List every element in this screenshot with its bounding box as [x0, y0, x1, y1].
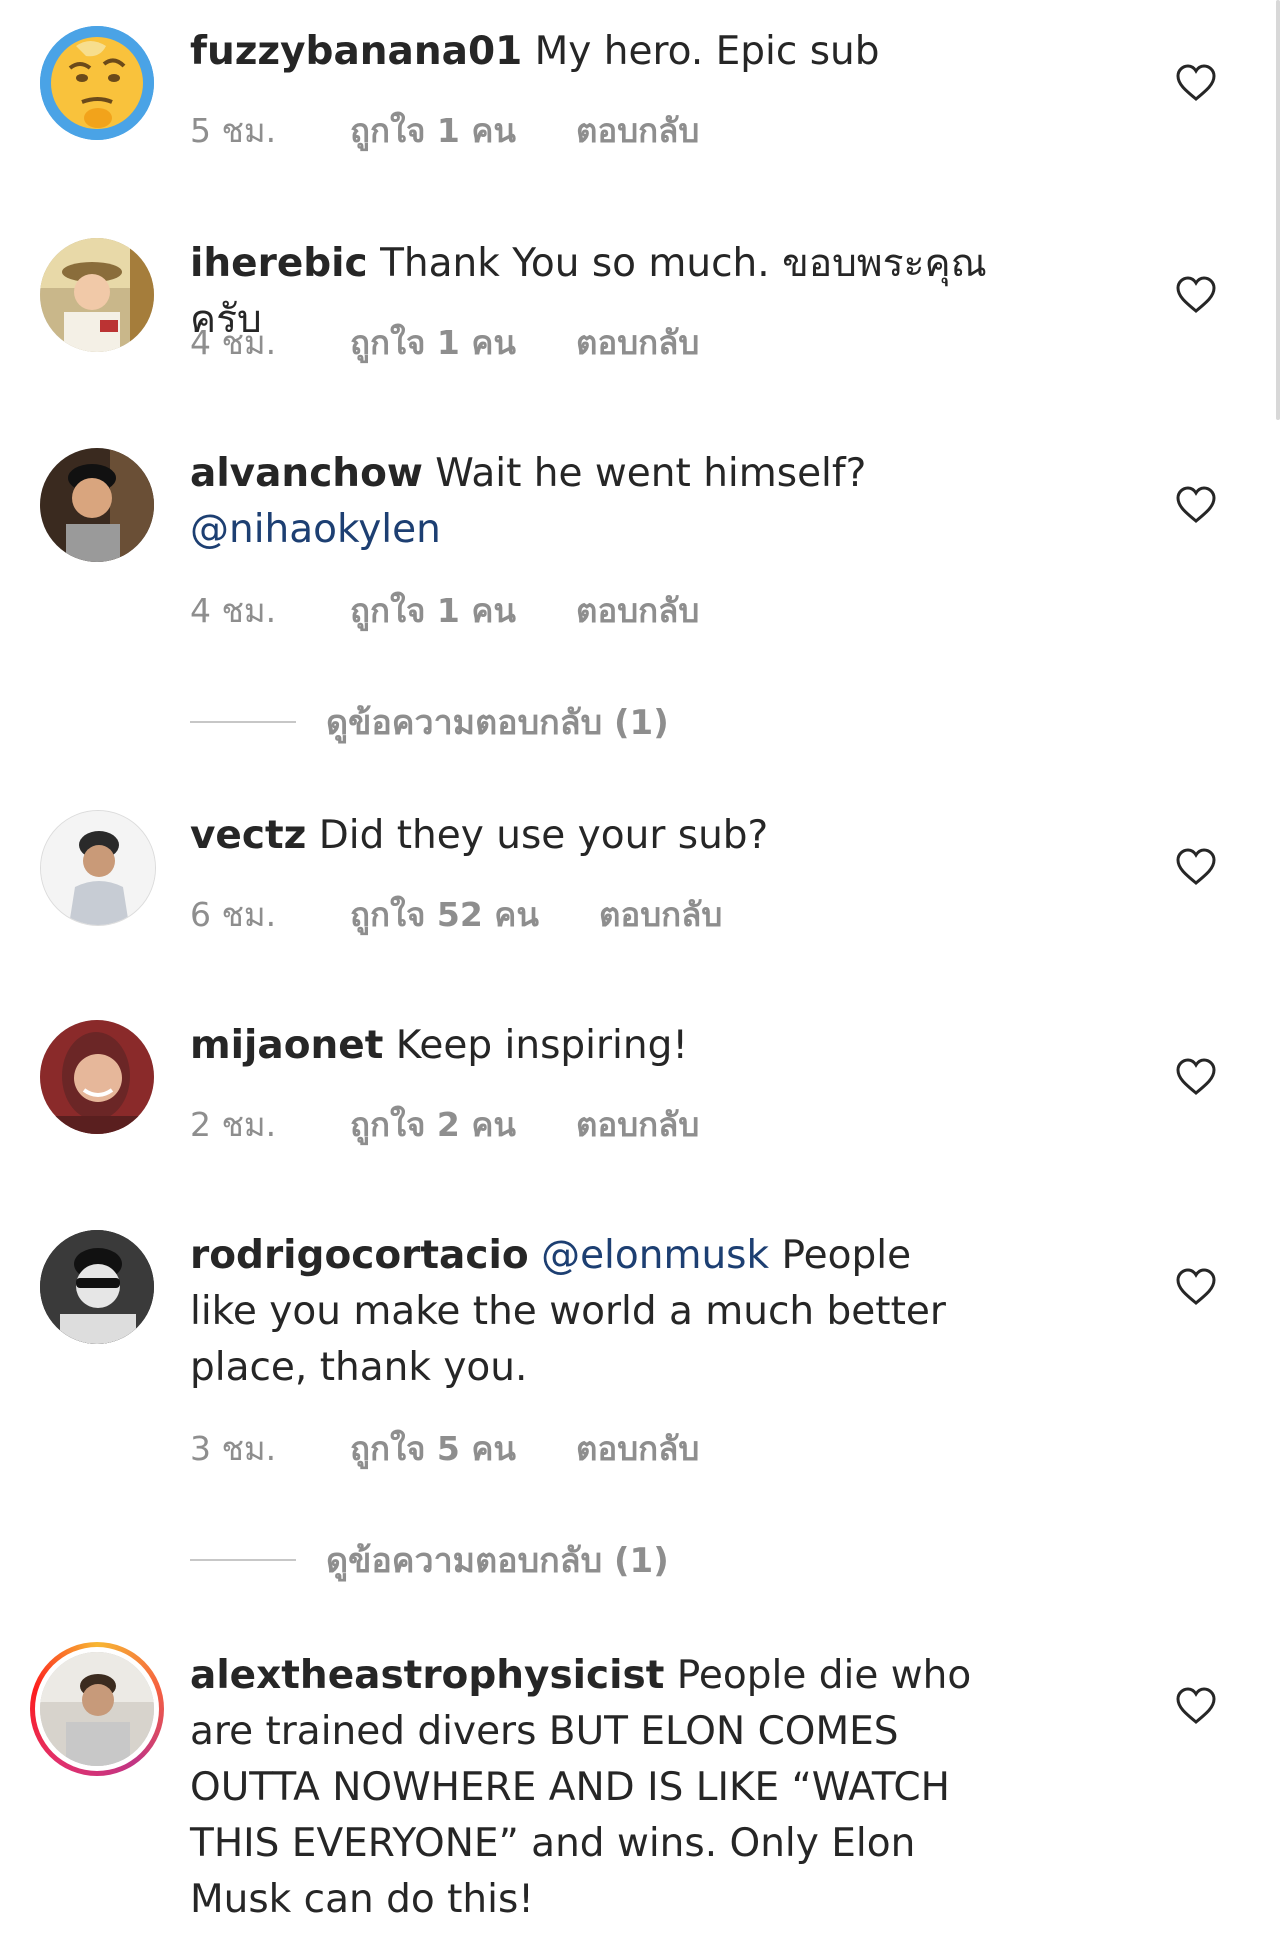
heart-outline-icon[interactable] [1175, 1268, 1217, 1306]
avatar[interactable] [40, 810, 156, 926]
comment-time: 4 ชม. [190, 323, 277, 362]
view-replies-label: ดูข้อความตอบกลับ (1) [326, 703, 669, 743]
reply-button[interactable]: ตอบกลับ [576, 1098, 699, 1151]
comment-body: Did they use your sub? [306, 813, 769, 858]
avatar[interactable] [40, 1230, 154, 1344]
comment-username[interactable]: vectz [190, 813, 306, 858]
avatar[interactable] [40, 448, 154, 562]
comment-time: 2 ชม. [190, 1105, 277, 1144]
comment-body: Keep inspiring! [383, 1023, 688, 1068]
avatar[interactable] [40, 238, 154, 352]
comment-text: rodrigocortacio @elonmusk People like yo… [190, 1228, 990, 1396]
comment-meta: 2 ชม. ถูกใจ 2 คน ตอบกลับ [190, 1098, 699, 1151]
story-ring-user-avatar [40, 1652, 154, 1766]
reply-button[interactable]: ตอบกลับ [576, 316, 699, 369]
heart-outline-icon[interactable] [1175, 64, 1217, 102]
user-photo-avatar [41, 811, 155, 925]
view-replies-divider [190, 721, 296, 723]
comment-meta: 4 ชม. ถูกใจ 1 คน ตอบกลับ [190, 584, 699, 637]
comment-body: Wait he went himself? [422, 451, 867, 496]
comment-likes[interactable]: ถูกใจ 1 คน [350, 104, 516, 157]
view-replies-button[interactable]: ดูข้อความตอบกลับ (1) [190, 695, 669, 749]
user-photo-avatar [40, 1230, 154, 1344]
comment-username[interactable]: fuzzybanana01 [190, 29, 522, 74]
comment-text: alextheastrophysicist People die who are… [190, 1648, 1000, 1928]
comment-text: fuzzybanana01 My hero. Epic sub [190, 24, 1020, 80]
reply-button[interactable]: ตอบกลับ [576, 104, 699, 157]
comment-time: 4 ชม. [190, 591, 277, 630]
heart-outline-icon[interactable] [1175, 1687, 1217, 1725]
comment-likes[interactable]: ถูกใจ 1 คน [350, 316, 516, 369]
reply-button[interactable]: ตอบกลับ [576, 1422, 699, 1475]
heart-outline-icon[interactable] [1175, 276, 1217, 314]
view-replies-divider [190, 1559, 296, 1561]
comment-mention[interactable]: @nihaokylen [190, 507, 441, 552]
heart-outline-icon[interactable] [1175, 848, 1217, 886]
comment-username[interactable]: alvanchow [190, 451, 423, 496]
comment-time: 3 ชม. [190, 1429, 277, 1468]
comment-meta: 5 ชม. ถูกใจ 1 คน ตอบกลับ [190, 104, 699, 157]
comment-time: 6 ชม. [190, 895, 277, 934]
story-ring[interactable] [30, 1642, 164, 1776]
heart-outline-icon[interactable] [1175, 486, 1217, 524]
thinking-emoji-avatar [40, 26, 154, 140]
comment-body: My hero. Epic sub [522, 29, 880, 74]
comment-mention[interactable]: @elonmusk [541, 1233, 769, 1278]
user-photo-avatar [40, 448, 154, 562]
user-photo-avatar [40, 1020, 154, 1134]
comment-likes[interactable]: ถูกใจ 1 คน [350, 584, 516, 637]
comment-meta: 6 ชม. ถูกใจ 52 คน ตอบกลับ [190, 888, 722, 941]
comment-time: 5 ชม. [190, 111, 277, 150]
comment-text: mijaonet Keep inspiring! [190, 1018, 1020, 1074]
view-replies-label: ดูข้อความตอบกลับ (1) [326, 1541, 669, 1581]
reply-button[interactable]: ตอบกลับ [599, 888, 722, 941]
comment-username[interactable]: rodrigocortacio [190, 1233, 529, 1278]
comment-meta: 3 ชม. ถูกใจ 5 คน ตอบกลับ [190, 1422, 699, 1475]
comment-likes[interactable]: ถูกใจ 52 คน [350, 888, 539, 941]
comment-likes[interactable]: ถูกใจ 5 คน [350, 1422, 516, 1475]
comment-username[interactable]: alextheastrophysicist [190, 1653, 664, 1698]
comment-username[interactable]: iherebic [190, 241, 368, 286]
avatar[interactable] [40, 26, 154, 140]
reply-button[interactable]: ตอบกลับ [576, 584, 699, 637]
scrollbar[interactable] [1276, 0, 1280, 420]
heart-outline-icon[interactable] [1175, 1058, 1217, 1096]
comment-text: alvanchow Wait he went himself? @nihaoky… [190, 446, 1020, 558]
comment-meta: 4 ชม. ถูกใจ 1 คน ตอบกลับ [190, 316, 699, 369]
view-replies-button[interactable]: ดูข้อความตอบกลับ (1) [190, 1533, 669, 1587]
comment-likes[interactable]: ถูกใจ 2 คน [350, 1098, 516, 1151]
avatar[interactable] [40, 1020, 154, 1134]
comment-text: vectz Did they use your sub? [190, 808, 1020, 864]
user-photo-avatar [40, 238, 154, 352]
comment-username[interactable]: mijaonet [190, 1023, 383, 1068]
avatar[interactable] [40, 1652, 154, 1766]
